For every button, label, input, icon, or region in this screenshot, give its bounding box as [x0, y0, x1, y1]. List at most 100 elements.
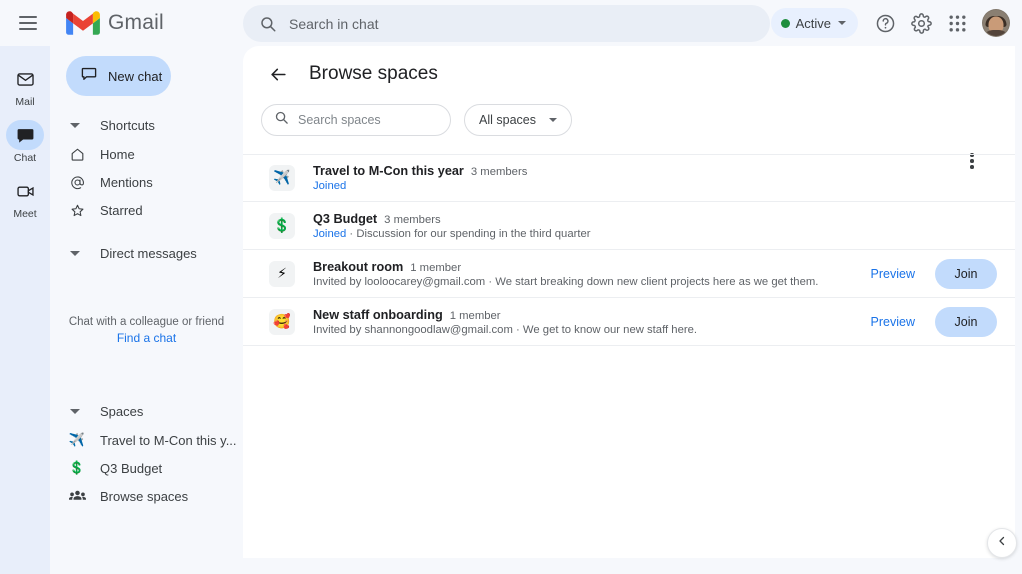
gear-icon[interactable]	[904, 6, 938, 40]
chevron-down-icon	[70, 409, 80, 414]
space-name: Travel to M-Con this year	[313, 164, 464, 178]
space-member-count: 3 members	[471, 166, 528, 178]
space-member-count: 1 member	[450, 310, 501, 322]
space-list-item[interactable]: 🥰 New staff onboarding 1 member Invited …	[243, 298, 1015, 346]
chevron-left-icon	[996, 534, 1008, 552]
home-icon	[68, 147, 86, 162]
collapse-panel-button[interactable]	[987, 528, 1017, 558]
hamburger-icon[interactable]	[8, 3, 48, 43]
space-member-count: 1 member	[410, 262, 461, 274]
chat-search-bar[interactable]	[243, 5, 770, 42]
space-search-input[interactable]	[298, 113, 438, 127]
sidebar-item-browse-spaces[interactable]: Browse spaces	[50, 482, 243, 510]
back-arrow-icon[interactable]	[265, 61, 291, 87]
avatar[interactable]	[982, 9, 1010, 37]
rail-item-meet[interactable]: Meet	[0, 172, 50, 220]
space-list-item[interactable]: ✈️ Travel to M-Con this year 3 members J…	[243, 154, 1015, 202]
airplane-emoji: ✈️	[269, 165, 295, 191]
rail-item-chat[interactable]: Chat	[0, 116, 50, 164]
avatar-shoulders	[983, 30, 1009, 37]
chat-icon	[6, 120, 44, 150]
direct-messages-title: Direct messages	[100, 246, 197, 261]
shortcuts-section-header[interactable]: Shortcuts	[50, 110, 243, 140]
lightning-emoji: ⚡	[269, 261, 295, 287]
sidebar-item-starred[interactable]: Starred	[50, 196, 243, 224]
brand: Gmail	[66, 10, 236, 36]
join-button[interactable]: Join	[935, 307, 997, 337]
chevron-down-icon	[70, 251, 80, 256]
space-row-body: Breakout room 1 member Invited by looloo…	[313, 260, 861, 288]
spaces-list: ✈️ Travel to M-Con this year 3 members J…	[243, 154, 1015, 346]
filters-bar: All spaces	[243, 104, 1015, 136]
space-search-field[interactable]	[261, 104, 451, 136]
top-bar-actions: Active	[771, 0, 1014, 46]
page-title: Browse spaces	[309, 63, 438, 85]
chat-bubble-icon	[80, 65, 98, 88]
space-description: · Discussion for our spending in the thi…	[346, 228, 590, 240]
space-name: New staff onboarding	[313, 308, 443, 322]
find-chat-block: Chat with a colleague or friend Find a c…	[50, 316, 243, 345]
chevron-down-icon	[838, 21, 846, 25]
join-button[interactable]: Join	[935, 259, 997, 289]
app-rail: Mail Chat Meet	[0, 46, 50, 574]
spaces-title: Spaces	[100, 404, 143, 419]
space-status: Joined	[313, 180, 346, 192]
space-subtitle: Joined	[313, 180, 997, 192]
search-icon	[274, 110, 289, 130]
spaces-section-header[interactable]: Spaces	[50, 396, 243, 426]
mail-icon	[6, 64, 44, 94]
space-subtitle: Joined · Discussion for our spending in …	[313, 228, 997, 240]
space-member-count: 3 members	[384, 214, 441, 226]
sidebar-item-travel-to-mcon[interactable]: ✈️ Travel to M-Con this y...	[50, 426, 243, 454]
preview-button[interactable]: Preview	[861, 309, 925, 335]
search-input[interactable]	[289, 16, 754, 32]
status-label: Active	[796, 16, 831, 31]
space-subtitle: Invited by shannongoodlaw@gmail.com · We…	[313, 324, 861, 336]
sidebar: New chat Shortcuts Home Mentions Starred	[50, 46, 243, 574]
smiling-face-with-hearts-emoji: 🥰	[269, 309, 295, 335]
space-row-body: Q3 Budget 3 members Joined · Discussion …	[313, 212, 997, 240]
rail-label-meet: Meet	[13, 208, 36, 220]
spaces-section: Spaces ✈️ Travel to M-Con this y... 💲 Q3…	[50, 382, 243, 510]
sidebar-label-browse-spaces: Browse spaces	[100, 489, 188, 504]
new-chat-label: New chat	[108, 69, 162, 84]
space-row-body: New staff onboarding 1 member Invited by…	[313, 308, 861, 336]
status-dot-icon	[781, 19, 790, 28]
shortcuts-title: Shortcuts	[100, 118, 155, 133]
find-a-chat-link[interactable]: Find a chat	[50, 331, 243, 345]
airplane-emoji: ✈️	[68, 433, 86, 448]
preview-button[interactable]: Preview	[861, 261, 925, 287]
chevron-down-icon	[549, 118, 557, 122]
at-mention-icon	[68, 175, 86, 190]
space-name: Q3 Budget	[313, 212, 377, 226]
brand-label: Gmail	[108, 11, 164, 35]
space-row-actions: Preview Join	[861, 307, 997, 337]
apps-grid-icon[interactable]	[940, 6, 974, 40]
meet-camera-icon	[6, 176, 44, 206]
all-spaces-label: All spaces	[479, 113, 536, 127]
status-badge[interactable]: Active	[771, 8, 858, 38]
sidebar-item-mentions[interactable]: Mentions	[50, 168, 243, 196]
space-row-actions: Preview Join	[861, 259, 997, 289]
space-status: Joined	[313, 228, 346, 240]
sidebar-item-q3-budget[interactable]: 💲 Q3 Budget	[50, 454, 243, 482]
sidebar-label-home: Home	[100, 147, 135, 162]
browse-spaces-panel: Browse spaces All spaces ✈️ Travel to M-…	[243, 46, 1015, 558]
chevron-down-icon	[70, 123, 80, 128]
direct-messages-section-header[interactable]: Direct messages	[50, 238, 243, 268]
all-spaces-filter-dropdown[interactable]: All spaces	[464, 104, 572, 136]
star-icon	[68, 203, 86, 218]
new-chat-button[interactable]: New chat	[66, 56, 171, 96]
dollar-emoji: 💲	[68, 461, 86, 476]
sidebar-label-mentions: Mentions	[100, 175, 153, 190]
find-chat-text: Chat with a colleague or friend	[50, 316, 243, 328]
gmail-logo-icon	[66, 10, 100, 36]
help-icon[interactable]	[868, 6, 902, 40]
rail-item-mail[interactable]: Mail	[0, 60, 50, 108]
sidebar-item-home[interactable]: Home	[50, 140, 243, 168]
rail-label-mail: Mail	[15, 96, 34, 108]
space-list-item[interactable]: 💲 Q3 Budget 3 members Joined · Discussio…	[243, 202, 1015, 250]
top-app-bar: Gmail Active	[0, 0, 1022, 46]
sidebar-label-q3-budget: Q3 Budget	[100, 461, 162, 476]
space-list-item[interactable]: ⚡ Breakout room 1 member Invited by lool…	[243, 250, 1015, 298]
